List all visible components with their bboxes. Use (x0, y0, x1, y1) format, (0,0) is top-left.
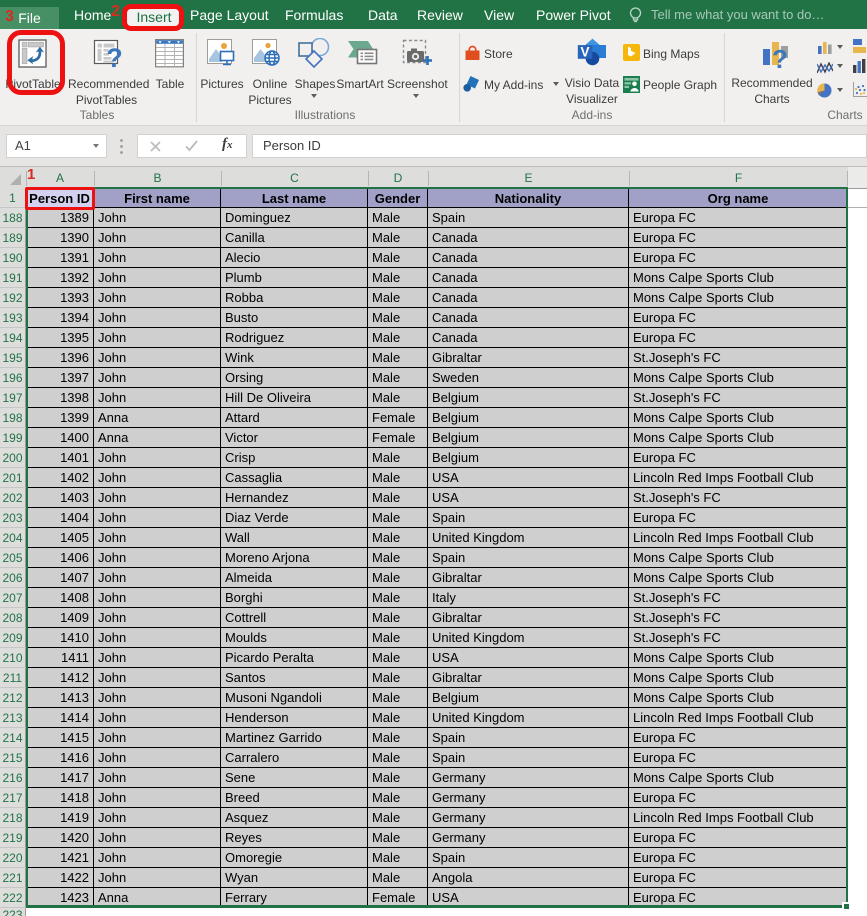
svg-text:?: ? (772, 44, 788, 70)
svg-text:V: V (580, 45, 589, 60)
svg-text:?: ? (106, 43, 123, 71)
